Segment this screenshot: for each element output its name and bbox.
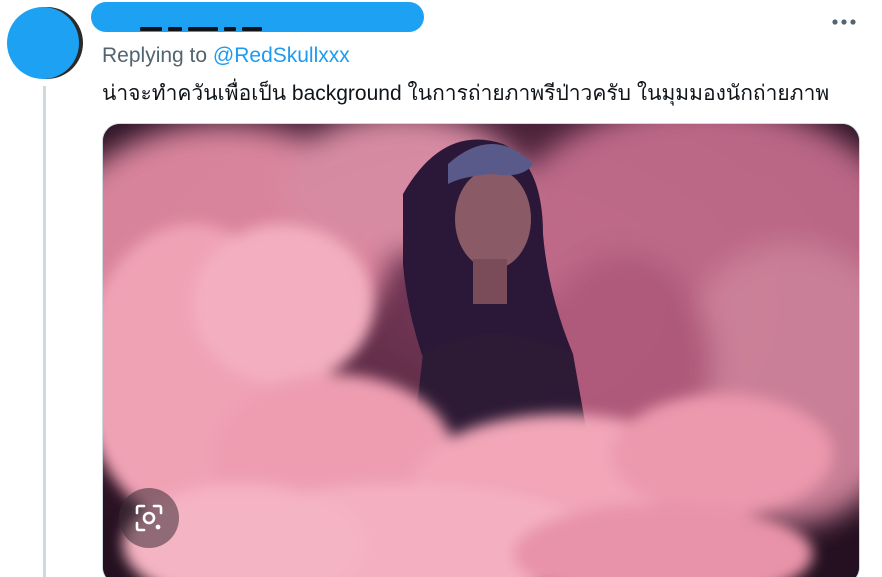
replying-to-label: Replying to [102,44,208,67]
more-options-button[interactable] [830,8,858,36]
thread-line [43,86,46,577]
more-horizontal-icon [832,19,856,25]
visual-search-button[interactable] [119,488,179,548]
tweet: Replying to @RedSkullxxx น่าจะทำควันเพื่… [0,0,882,577]
replying-to-line: Replying to @RedSkullxxx [102,44,350,68]
avatar[interactable] [7,7,83,79]
smoke-portrait-photo [103,124,859,577]
visual-search-icon [135,504,163,532]
author-name-remnant [140,26,300,32]
reply-mention-link[interactable]: @RedSkullxxx [213,44,350,67]
tweet-text: น่าจะทำควันเพื่อเป็น background ในการถ่า… [102,82,830,105]
tweet-media-image[interactable] [102,123,860,577]
avatar-redaction [7,7,79,79]
